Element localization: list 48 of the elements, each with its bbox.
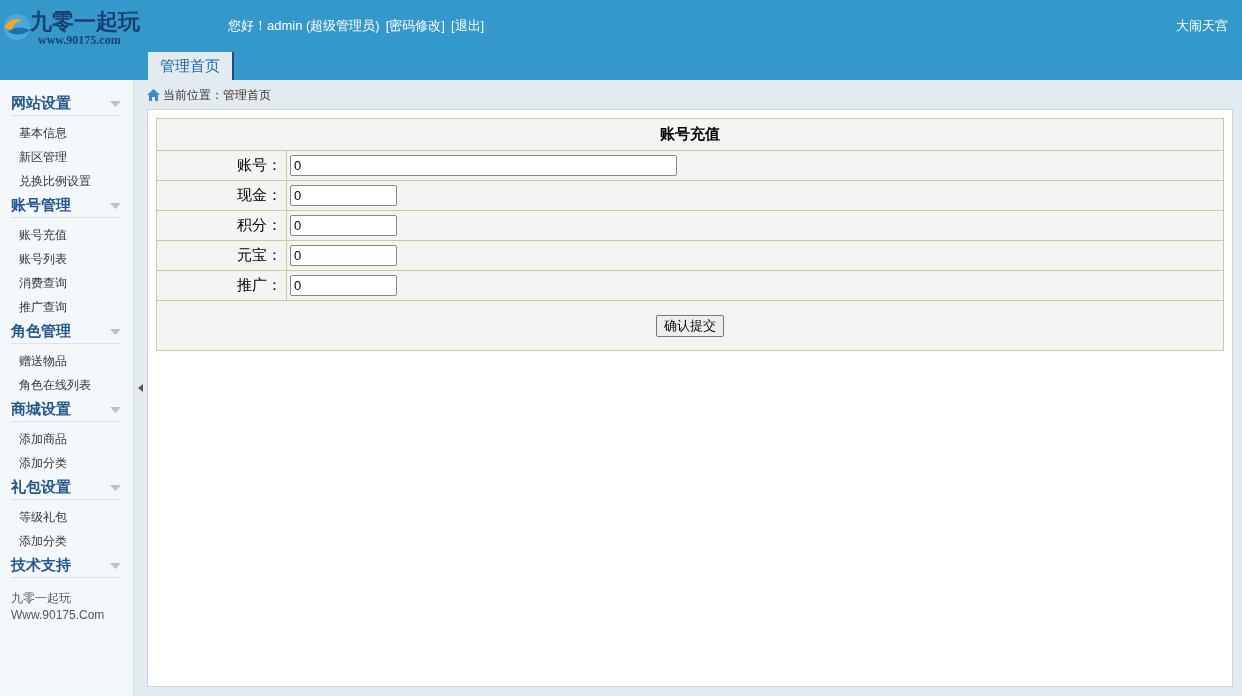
field-label: 推广：	[157, 271, 287, 300]
input-field[interactable]: 0	[290, 185, 397, 206]
sidebar-group-header[interactable]: 技术支持	[11, 554, 121, 578]
sidebar-item[interactable]: 新区管理	[11, 145, 121, 169]
nav-tab[interactable]: 管理首页	[148, 52, 234, 80]
submit-button[interactable]: 确认提交	[656, 314, 724, 337]
caret-icon	[110, 406, 121, 413]
home-icon	[147, 88, 160, 101]
sidebar-item[interactable]: 兑换比例设置	[11, 169, 121, 193]
sidebar-group-header[interactable]: 网站设置	[11, 92, 121, 116]
input-field[interactable]: 0	[290, 215, 397, 236]
caret-icon	[110, 202, 121, 209]
input-field[interactable]: 0	[290, 245, 397, 266]
sidebar-footer-text: 九零一起玩	[11, 590, 72, 607]
caret-icon	[110, 100, 121, 107]
sidebar-item[interactable]: 添加商品	[11, 427, 121, 451]
sidebar-group-header[interactable]: 账号管理	[11, 194, 121, 218]
server-name: 大闹天宫	[1176, 17, 1229, 36]
sidebar-footer-text: Www.90175.Com	[11, 607, 106, 624]
sidebar-item[interactable]: 消费查询	[11, 271, 121, 295]
sidebar-item[interactable]: 等级礼包	[11, 505, 121, 529]
collapse-strip[interactable]	[134, 80, 147, 696]
field-label: 元宝：	[157, 241, 287, 270]
form-title: 账号充值	[157, 119, 1223, 151]
collapse-arrow-icon	[138, 384, 143, 392]
sidebar-item[interactable]: 账号充值	[11, 223, 121, 247]
input-field[interactable]: 0	[290, 155, 677, 176]
field-label: 积分：	[157, 211, 287, 240]
logo-url: www.90175.com	[37, 34, 122, 46]
sidebar-item[interactable]: 添加分类	[11, 529, 121, 553]
greeting-text: 您好！admin (超级管理员)	[228, 17, 380, 36]
sidebar-group-header[interactable]: 商城设置	[11, 398, 121, 422]
logo-title: 九零一起玩	[30, 10, 140, 34]
sidebar-group-header[interactable]: 角色管理	[11, 320, 121, 344]
sidebar-item[interactable]: 添加分类	[11, 451, 121, 475]
sidebar-item[interactable]: 基本信息	[11, 121, 121, 145]
field-label: 账号：	[157, 151, 287, 180]
field-label: 现金：	[157, 181, 287, 210]
caret-icon	[110, 328, 121, 335]
sidebar-item[interactable]: 赠送物品	[11, 349, 121, 373]
caret-icon	[110, 484, 121, 491]
input-field[interactable]: 0	[290, 275, 397, 296]
breadcrumb-text: 当前位置：管理首页	[163, 86, 271, 104]
sidebar-item[interactable]: 推广查询	[11, 295, 121, 319]
sidebar-group-header[interactable]: 礼包设置	[11, 476, 121, 500]
caret-icon	[110, 562, 121, 569]
sidebar-item[interactable]: 账号列表	[11, 247, 121, 271]
sidebar-item[interactable]: 角色在线列表	[11, 373, 121, 397]
